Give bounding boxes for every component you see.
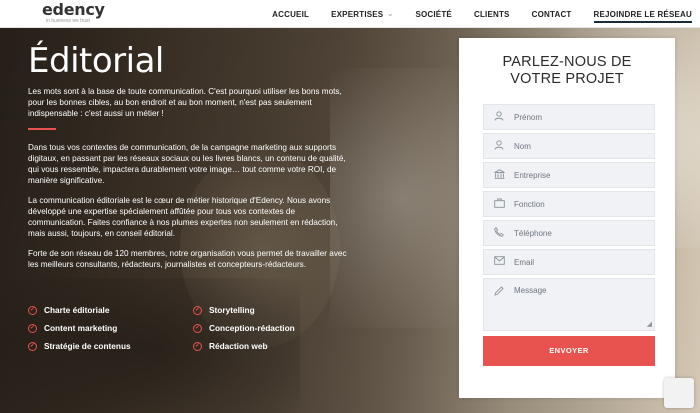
nav-label: CLIENTS [473,9,510,19]
nav-label: CONTACT [531,9,572,19]
nav-item-expertises[interactable]: EXPERTISES ⌄ [331,10,393,19]
field-placeholder: Fonction [514,199,545,209]
form-title-line: VOTRE PROJET [510,71,624,87]
last-name-field[interactable]: Nom [483,133,655,159]
submit-button[interactable]: ENVOYER [483,336,655,366]
nav-item-rejoindre-le-reseau[interactable]: REJOINDRE LE RÉSEAU [593,9,692,23]
body-paragraph: Dans tous vos contextes de communication… [28,143,346,185]
hero-content: Éditorial Les mots sont à la base de tou… [28,40,358,279]
service-item: ✓ Stratégie de contenus [28,341,193,351]
phone-field[interactable]: Téléphone [483,220,655,246]
check-circle-icon: ✓ [193,341,202,351]
intro-text: Les mots sont à la base de toute communi… [28,87,342,118]
field-placeholder: Entreprise [514,170,551,180]
nav-item-accueil[interactable]: ACCUEIL [272,10,309,19]
check-circle-icon: ✓ [28,341,37,351]
user-icon [484,139,514,153]
service-item: ✓ Storytelling [193,305,358,315]
nav-label: EXPERTISES [331,9,384,19]
nav-label: REJOINDRE LE RÉSEAU [593,9,692,19]
form-title: PARLEZ-NOUS DE VOTRE PROJET [459,54,675,88]
field-placeholder: Nom [514,141,531,151]
divider [28,128,56,130]
service-item: ✓ Content marketing [28,323,193,333]
check-circle-icon: ✓ [28,323,37,333]
briefcase-icon [484,198,514,211]
nav-item-clients[interactable]: CLIENTS [474,10,510,19]
phone-icon [484,226,514,240]
service-label: Conception-rédaction [209,323,295,333]
service-label: Content marketing [44,323,118,333]
check-circle-icon: ✓ [28,305,37,315]
form-fields: Prénom Nom Entreprise Fonction Téléphone [483,104,655,334]
job-title-field[interactable]: Fonction [483,191,655,217]
building-icon [484,168,514,182]
form-title-line: PARLEZ-NOUS DE [502,54,632,70]
check-circle-icon: ✓ [193,323,202,333]
field-placeholder: Message [514,286,547,295]
field-placeholder: Téléphone [514,228,552,238]
service-item: ✓ Charte éditoriale [28,305,193,315]
services-list: ✓ Charte éditoriale ✓ Storytelling ✓ Conten… [28,305,358,351]
page-title: Éditorial [28,41,164,81]
contact-form-card: PARLEZ-NOUS DE VOTRE PROJET Prénom Nom E… [459,38,675,398]
service-item: ✓ Rédaction web [193,341,358,351]
main-menu: ACCUEIL EXPERTISES ⌄ SOCIÉTÉ CLIENTS CONT… [250,0,692,28]
first-name-field[interactable]: Prénom [483,104,655,130]
company-field[interactable]: Entreprise [483,162,655,188]
email-field[interactable]: Email [483,249,655,275]
nav-item-societe[interactable]: SOCIÉTÉ [415,10,452,19]
recaptcha-badge[interactable] [664,378,694,408]
nav-label: SOCIÉTÉ [415,9,452,19]
service-label: Storytelling [209,305,255,315]
body-paragraph: Forte de son réseau de 120 membres, notr… [28,249,347,269]
service-label: Stratégie de contenus [44,341,131,351]
logo[interactable]: edency in business we trust [42,0,105,25]
body-paragraph: La communication éditoriale est le cœur … [28,196,338,238]
nav-item-contact[interactable]: CONTACT [532,10,572,19]
user-icon [484,110,514,124]
envelope-icon [484,256,514,268]
check-circle-icon: ✓ [193,305,202,315]
nav-label: ACCUEIL [272,9,310,19]
chevron-down-icon: ⌄ [387,11,394,18]
resize-handle-icon[interactable]: ◢ [647,320,652,328]
field-placeholder: Email [514,257,535,267]
logo-name: edency [42,0,105,19]
service-label: Rédaction web [209,341,268,351]
message-field[interactable]: Message ◢ [483,278,655,331]
field-placeholder: Prénom [514,112,543,122]
pencil-icon [484,286,514,299]
service-label: Charte éditoriale [44,305,110,315]
service-item: ✓ Conception-rédaction [193,323,358,333]
top-navigation: edency in business we trust ACCUEIL EXPE… [0,0,700,28]
